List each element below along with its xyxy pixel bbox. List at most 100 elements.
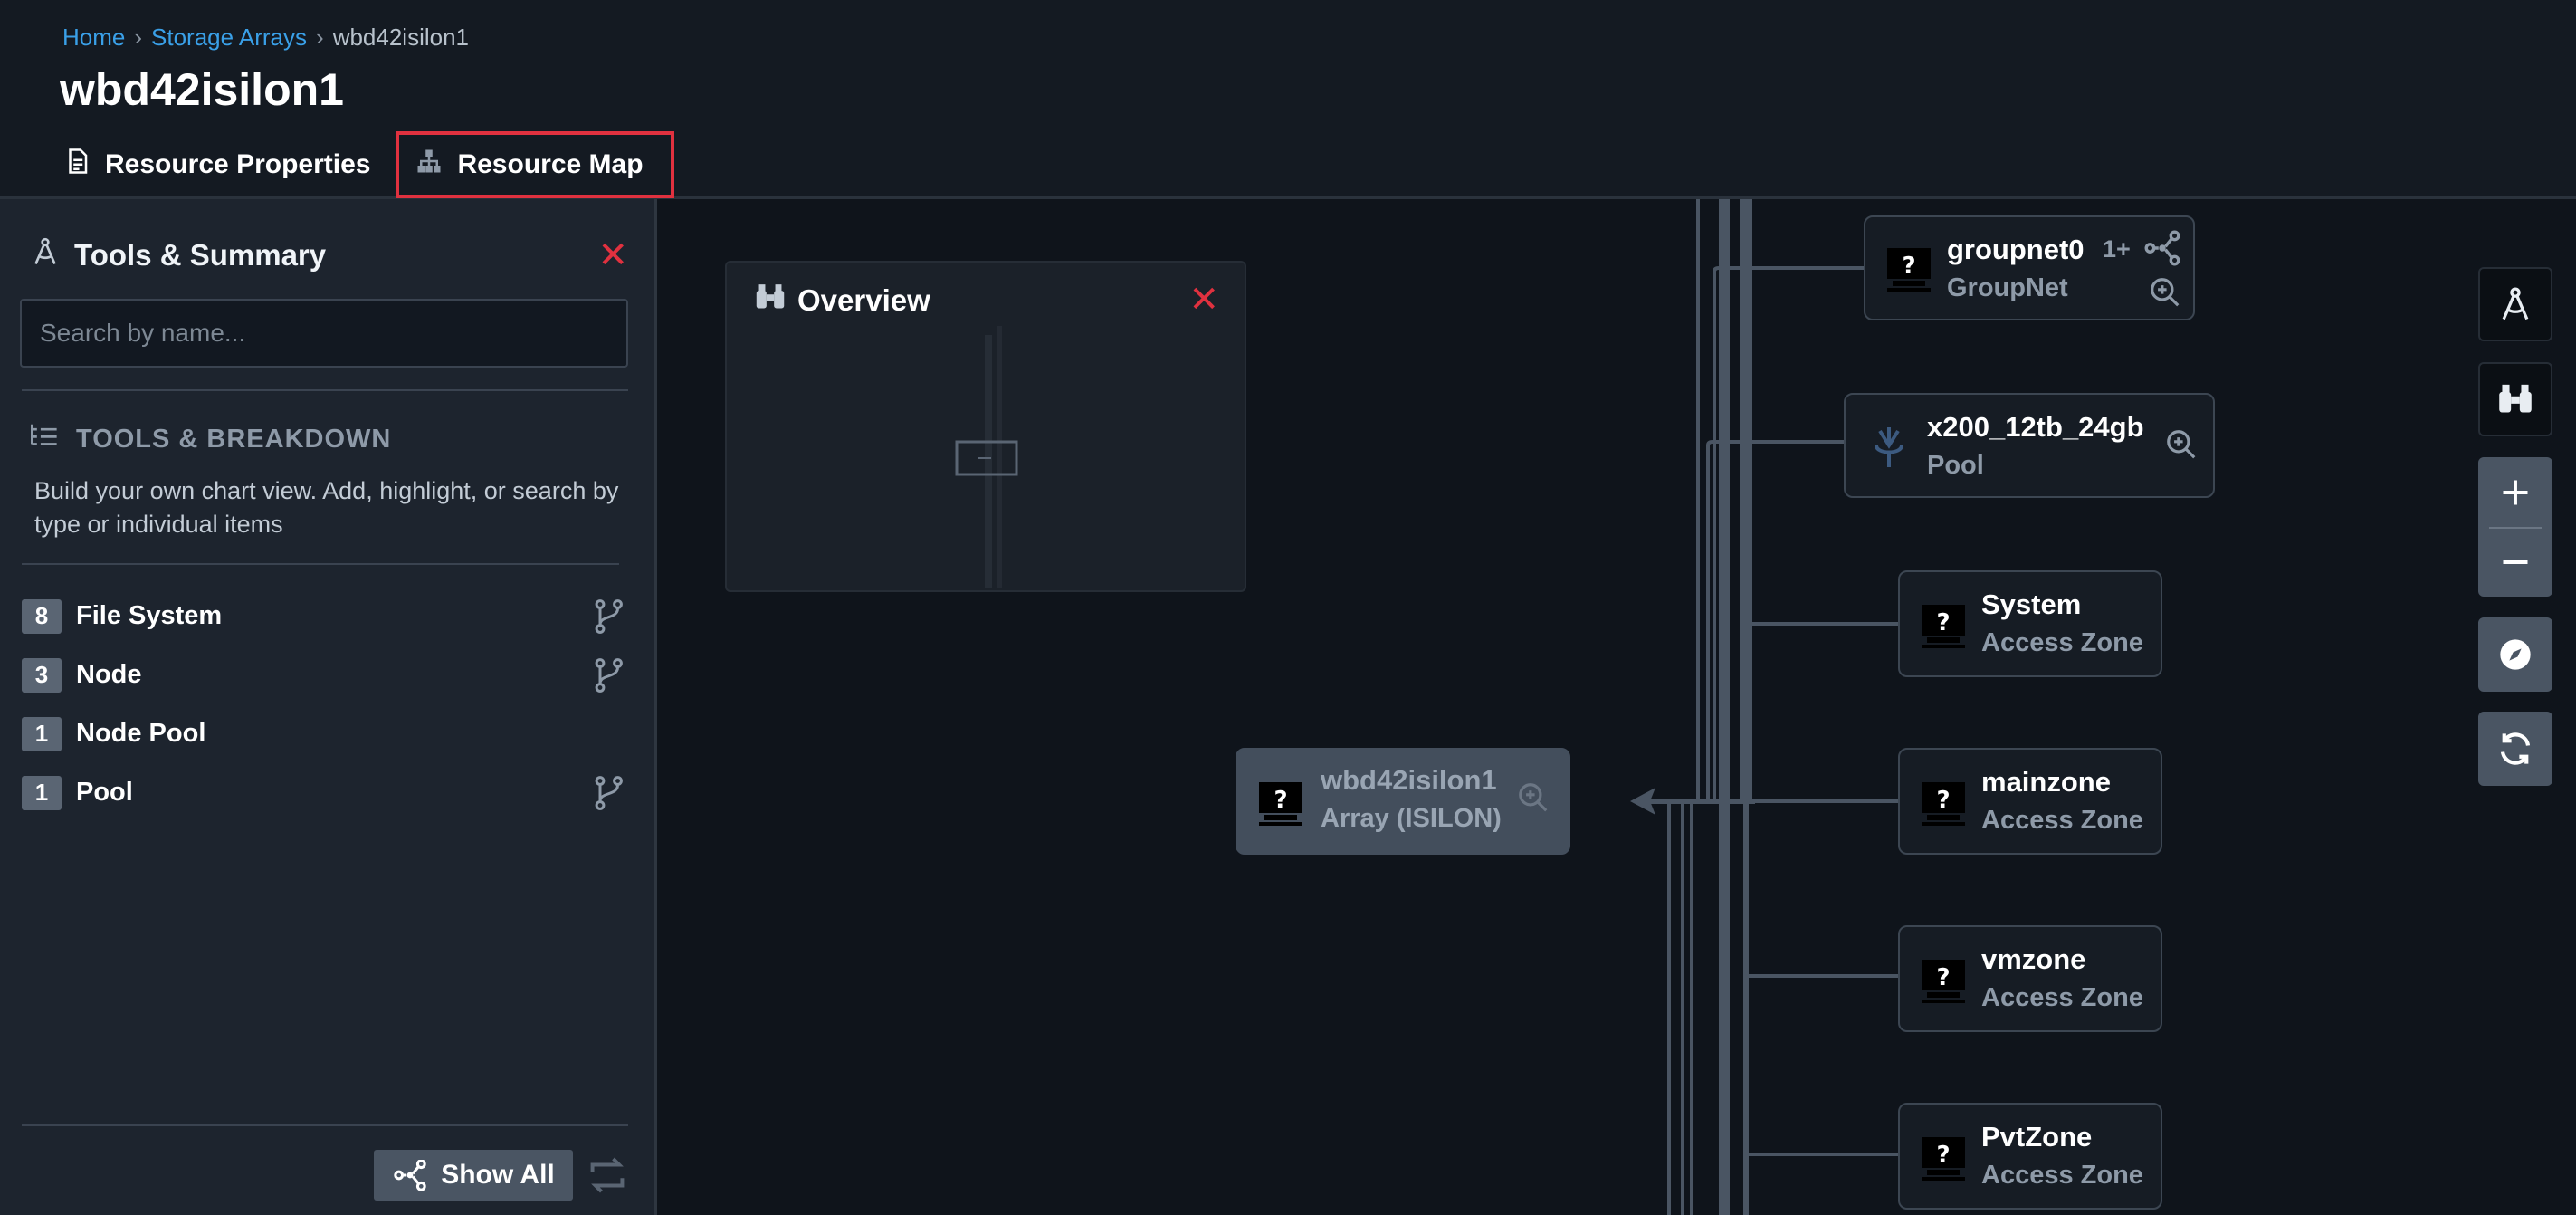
tab-bar: Resource Properties Resource Map bbox=[60, 131, 674, 198]
overview-panel: Overview ✕ bbox=[725, 261, 1246, 592]
overview-toggle-button[interactable] bbox=[2478, 362, 2552, 436]
item-label: Node Pool bbox=[76, 719, 206, 748]
tab-resource-map[interactable]: Resource Map bbox=[396, 131, 674, 198]
divider bbox=[22, 389, 628, 391]
tab-label: Resource Map bbox=[457, 149, 644, 179]
breadcrumb-separator: › bbox=[316, 24, 324, 51]
node-name: x200_12tb_24gb bbox=[1927, 411, 2144, 443]
show-all-button[interactable]: Show All bbox=[374, 1150, 573, 1201]
node-type: Access Zone bbox=[1981, 806, 2143, 835]
section-title: TOOLS & BREAKDOWN bbox=[29, 422, 391, 456]
refresh-icon bbox=[2500, 732, 2531, 765]
unknown-device-icon: ? bbox=[1259, 782, 1302, 826]
node-name: mainzone bbox=[1981, 766, 2111, 798]
drafting-compass-icon bbox=[29, 235, 62, 275]
network-icon[interactable] bbox=[2142, 230, 2182, 266]
git-branch-icon[interactable] bbox=[592, 775, 625, 811]
node-name: groupnet0 bbox=[1947, 234, 2085, 265]
svg-text:?: ? bbox=[1936, 609, 1950, 636]
page-header: Home › Storage Arrays › wbd42isilon1 wbd… bbox=[0, 0, 2576, 199]
item-label: Pool bbox=[76, 778, 133, 807]
fit-to-view-button[interactable] bbox=[2478, 617, 2552, 692]
breadcrumb-storage-arrays-link[interactable]: Storage Arrays bbox=[151, 24, 307, 52]
breakdown-list: 8 File System 3 Node 1 Node Pool 1 Pool bbox=[22, 587, 625, 822]
network-icon bbox=[394, 1160, 426, 1191]
node-type: GroupNet bbox=[1947, 273, 2068, 302]
node-access-zone-system[interactable]: ? System Access Zone bbox=[1898, 570, 2162, 677]
compass-icon bbox=[2500, 639, 2531, 670]
tab-label: Resource Properties bbox=[105, 149, 371, 179]
svg-text:?: ? bbox=[1936, 1142, 1950, 1169]
refresh-button[interactable] bbox=[2478, 712, 2552, 786]
plus-icon bbox=[2503, 480, 2528, 504]
node-root-array[interactable]: ? wbd42isilon1 Array (ISILON) bbox=[1236, 748, 1570, 855]
node-type: Access Zone bbox=[1981, 983, 2143, 1012]
count-badge: 1 bbox=[22, 716, 62, 751]
unknown-device-icon: ? bbox=[1922, 960, 1965, 1003]
node-name: PvtZone bbox=[1981, 1121, 2093, 1153]
node-groupnet0[interactable]: ? groupnet0 GroupNet 1+ bbox=[1864, 215, 2195, 320]
zoom-in-icon[interactable] bbox=[2148, 275, 2182, 310]
divider bbox=[2489, 527, 2542, 529]
count-badge: 1 bbox=[22, 775, 62, 810]
count-badge: 3 bbox=[22, 657, 62, 693]
svg-text:?: ? bbox=[1936, 964, 1950, 991]
svg-text:?: ? bbox=[1936, 787, 1950, 814]
zoom-controls bbox=[2478, 457, 2552, 597]
node-type: Pool bbox=[1927, 451, 1984, 480]
hierarchy-icon bbox=[415, 148, 443, 182]
tools-summary-panel: Tools & Summary ✕ TOOLS & BREAKDOWN Buil… bbox=[0, 199, 657, 1215]
drafting-compass-icon bbox=[2502, 287, 2529, 320]
list-item[interactable]: 1 Pool bbox=[22, 763, 625, 822]
resource-map-canvas[interactable]: Overview ✕ ? wbd42isilon1 Array (ISILON)… bbox=[660, 199, 2576, 1215]
panel-header: Tools & Summary ✕ bbox=[29, 235, 628, 275]
overview-title-text: Overview bbox=[797, 283, 930, 317]
section-title-text: TOOLS & BREAKDOWN bbox=[76, 424, 392, 454]
panel-title: Tools & Summary bbox=[29, 235, 326, 275]
git-branch-icon[interactable] bbox=[592, 598, 625, 635]
section-description: Build your own chart view. Add, highligh… bbox=[34, 477, 619, 538]
divider bbox=[22, 563, 619, 565]
expand-count-badge[interactable]: 1+ bbox=[2103, 235, 2131, 263]
node-access-zone-pvtzone[interactable]: ? PvtZone Access Zone bbox=[1898, 1103, 2162, 1210]
svg-text:?: ? bbox=[1902, 253, 1915, 280]
unknown-device-icon: ? bbox=[1922, 1137, 1965, 1181]
close-panel-button[interactable]: ✕ bbox=[597, 237, 628, 273]
node-name: wbd42isilon1 bbox=[1321, 764, 1497, 796]
tools-toggle-button[interactable] bbox=[2478, 267, 2552, 341]
svg-text:?: ? bbox=[1274, 787, 1287, 814]
item-label: File System bbox=[76, 601, 223, 630]
list-item[interactable]: 1 Node Pool bbox=[22, 704, 625, 763]
tab-resource-properties[interactable]: Resource Properties bbox=[60, 131, 396, 198]
item-label: Node bbox=[76, 660, 142, 689]
node-name: vmzone bbox=[1981, 943, 2086, 975]
page-title: wbd42isilon1 bbox=[60, 64, 344, 115]
breadcrumb-home-link[interactable]: Home bbox=[62, 24, 125, 52]
list-item[interactable]: 8 File System bbox=[22, 587, 625, 646]
node-type: Access Zone bbox=[1981, 1161, 2143, 1190]
divider bbox=[22, 1124, 628, 1126]
binoculars-icon bbox=[2499, 384, 2532, 413]
pool-icon bbox=[1875, 427, 1903, 467]
node-name: System bbox=[1981, 588, 2082, 620]
node-access-zone-vmzone[interactable]: ? vmzone Access Zone bbox=[1898, 925, 2162, 1032]
zoom-in-icon[interactable] bbox=[2164, 427, 2199, 462]
overview-title: Overview bbox=[754, 282, 930, 319]
search-input[interactable] bbox=[20, 299, 628, 368]
show-all-label: Show All bbox=[441, 1160, 555, 1190]
git-branch-icon[interactable] bbox=[592, 657, 625, 694]
list-item[interactable]: 3 Node bbox=[22, 646, 625, 704]
count-badge: 8 bbox=[22, 598, 62, 634]
breadcrumb: Home › Storage Arrays › wbd42isilon1 bbox=[62, 24, 469, 52]
breadcrumb-current: wbd42isilon1 bbox=[332, 24, 470, 51]
document-icon bbox=[63, 148, 91, 182]
binoculars-icon bbox=[754, 282, 787, 319]
list-tree-icon bbox=[29, 422, 60, 456]
node-pool[interactable]: x200_12tb_24gb Pool bbox=[1844, 393, 2215, 498]
zoom-in-icon[interactable] bbox=[1516, 780, 1550, 815]
close-overview-button[interactable]: ✕ bbox=[1188, 279, 1219, 320]
node-access-zone-mainzone[interactable]: ? mainzone Access Zone bbox=[1898, 748, 2162, 855]
zoom-out-button[interactable] bbox=[2478, 527, 2552, 597]
zoom-in-button[interactable] bbox=[2478, 457, 2552, 527]
repeat-icon[interactable] bbox=[587, 1157, 628, 1193]
